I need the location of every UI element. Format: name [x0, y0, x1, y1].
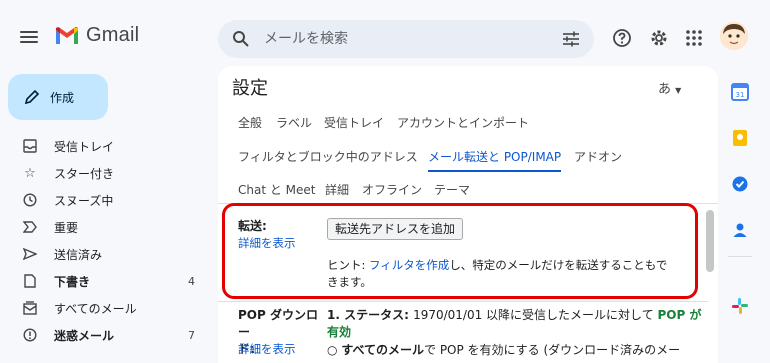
pop-option-all-mail[interactable]: ○ すべてのメールで POP を有効にする (ダウンロード済みのメー [327, 341, 712, 358]
draft-icon [22, 273, 38, 289]
tasks-icon[interactable] [730, 174, 750, 194]
pop-status-text: 1970/01/01 以降に受信したメールに対して [413, 308, 658, 322]
main-menu-icon[interactable] [20, 28, 38, 46]
search-icon[interactable] [232, 30, 250, 48]
tab-forwarding-pop-imap[interactable]: メール転送と POP/IMAP [428, 147, 561, 167]
star-icon: ☆ [24, 165, 36, 181]
page-title: 設定 [232, 78, 268, 99]
apps-grid-icon[interactable] [684, 28, 704, 48]
send-icon [22, 246, 38, 262]
search-options-icon[interactable] [562, 31, 580, 47]
rail-divider [728, 256, 752, 257]
input-language-selector[interactable]: あ ▼ [658, 78, 681, 97]
app-name: Gmail [86, 24, 140, 46]
tab-accounts-import[interactable]: アカウントとインポート [397, 113, 529, 133]
sidebar-item-label: 送信済み [54, 247, 103, 262]
sidebar-item-drafts[interactable]: 下書き 4 [22, 270, 212, 292]
help-icon[interactable] [612, 28, 632, 48]
sidebar-item-snoozed[interactable]: スヌーズ中 [22, 189, 212, 211]
spam-icon [22, 327, 38, 343]
sidebar-item-starred[interactable]: ☆ スター付き [22, 162, 212, 184]
keep-icon[interactable] [730, 128, 750, 148]
tab-filters[interactable]: フィルタとブロック中のアドレス [238, 147, 418, 167]
pop-status-pop: POP が [657, 308, 702, 322]
pop-status-prefix: 1. ステータス: [327, 308, 414, 322]
sidebar-item-label: 迷惑メール [54, 328, 115, 343]
compose-button[interactable]: 作成 [8, 74, 108, 120]
scrollbar-thumb[interactable] [706, 210, 714, 272]
sidebar-item-spam[interactable]: 迷惑メール 7 [22, 324, 212, 346]
tab-general[interactable]: 全般 [238, 113, 262, 133]
tab-inbox[interactable]: 受信トレイ [324, 113, 384, 133]
unread-count: 4 [188, 274, 195, 288]
sidebar-item-label: スター付き [54, 166, 115, 181]
tab-addons[interactable]: アドオン [574, 147, 622, 167]
tab-themes[interactable]: テーマ [434, 180, 470, 200]
tab-labels[interactable]: ラベル [276, 113, 312, 133]
active-tab-indicator [428, 170, 561, 172]
svg-text:31: 31 [736, 91, 745, 99]
section-divider [218, 301, 708, 302]
pencil-icon [24, 89, 40, 105]
contacts-icon[interactable] [730, 220, 750, 240]
pop-option-text: で POP を有効にする (ダウンロード済みのメー [424, 343, 681, 357]
sidebar-item-label: スヌーズ中 [54, 193, 114, 208]
calendar-icon[interactable]: 31 [730, 82, 750, 102]
slack-addon-icon[interactable] [730, 296, 750, 316]
tab-chat-meet[interactable]: Chat と Meet [238, 180, 316, 200]
sidebar-item-label: 下書き [54, 274, 91, 289]
unread-count: 7 [188, 328, 195, 342]
search-input[interactable] [264, 28, 544, 50]
highlight-box [222, 203, 698, 299]
search-bar[interactable] [218, 20, 594, 58]
sidebar-item-label: すべてのメール [54, 301, 137, 316]
caret-down-icon: ▼ [675, 86, 682, 95]
tab-advanced[interactable]: 詳細 [325, 180, 349, 200]
pop-option-bold: すべてのメール [341, 343, 424, 357]
sidebar-item-inbox[interactable]: 受信トレイ [22, 135, 212, 157]
inbox-icon [22, 138, 38, 154]
pop-status-enabled: 有効 [327, 325, 352, 339]
sidebar-item-all-mail[interactable]: すべてのメール [22, 297, 212, 319]
tab-offline[interactable]: オフライン [362, 180, 422, 200]
pop-details-link[interactable]: 詳細を表示 [238, 341, 296, 357]
sidebar-item-important[interactable]: 重要 [22, 216, 212, 238]
avatar-face-icon [720, 22, 748, 50]
important-icon [22, 219, 38, 235]
clock-icon [22, 192, 38, 208]
gmail-logo[interactable]: Gmail [54, 24, 139, 47]
sidebar-item-sent[interactable]: 送信済み [22, 243, 212, 265]
settings-gear-icon[interactable] [649, 28, 669, 48]
radio-button[interactable]: ○ [327, 343, 337, 357]
sidebar-item-label: 重要 [54, 220, 79, 235]
account-avatar[interactable] [720, 22, 748, 50]
sidebar-item-label: 受信トレイ [54, 139, 115, 154]
all-mail-icon [22, 300, 38, 316]
pop-status: 1. ステータス: 1970/01/01 以降に受信したメールに対して POP … [327, 307, 712, 341]
compose-label: 作成 [50, 90, 75, 105]
language-indicator: あ [658, 82, 672, 97]
pop-label-line1: POP ダウンロー [238, 308, 318, 339]
gmail-m-icon [56, 26, 78, 44]
